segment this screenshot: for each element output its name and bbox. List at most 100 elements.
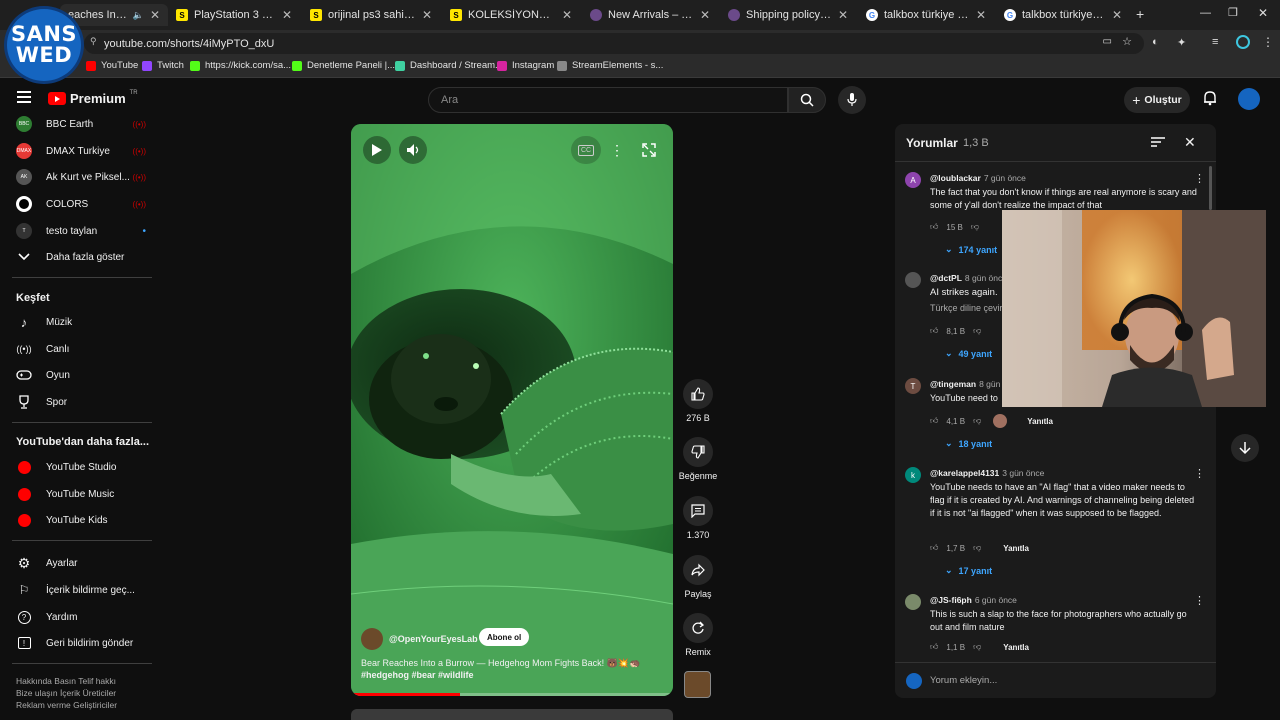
sidebar-channel-ak-kurt[interactable]: AK Ak Kurt ve Piksel... ((•)) bbox=[16, 169, 146, 185]
view-replies-button[interactable]: ⌄ 49 yanıt bbox=[945, 348, 992, 359]
sidebar-channel-colors[interactable]: COLORS ((•)) bbox=[16, 196, 146, 212]
more-vertical-icon[interactable]: ⋮ bbox=[1194, 594, 1205, 607]
sidebar-item-youtube-kids[interactable]: YouTube Kids bbox=[16, 512, 146, 528]
sidebar-show-more[interactable]: Daha fazla göster bbox=[16, 249, 146, 265]
footer-links[interactable]: Bize ulaşın İçerik Üreticiler bbox=[16, 688, 116, 698]
search-button[interactable] bbox=[788, 87, 826, 113]
bookmark-instagram[interactable]: Instagram bbox=[497, 60, 554, 71]
sound-thumbnail[interactable] bbox=[684, 671, 711, 698]
close-tab-icon[interactable]: ✕ bbox=[422, 8, 432, 22]
minimize-icon[interactable]: — bbox=[1200, 7, 1211, 19]
channel-avatar[interactable] bbox=[361, 628, 383, 650]
commenter-name[interactable]: @loublackar 7 gün önce bbox=[930, 173, 1026, 183]
commenter-name[interactable]: @dctPL 8 gün önce bbox=[930, 273, 1007, 283]
channel-name[interactable]: @OpenYourEyesLab bbox=[389, 634, 478, 644]
footer-links[interactable]: Reklam verme Geliştiriciler bbox=[16, 700, 117, 710]
more-vertical-icon[interactable]: ⋮ bbox=[1194, 467, 1205, 480]
bookmark-denetleme[interactable]: Denetleme Paneli |... bbox=[292, 60, 395, 71]
thumbs-down-icon[interactable]: 👎︎ bbox=[973, 642, 981, 652]
sidebar-item-feedback[interactable]: ! Geri bildirim gönder bbox=[16, 635, 146, 651]
sidebar-item-gaming[interactable]: Oyun bbox=[16, 367, 146, 383]
bookmark-star-icon[interactable]: ☆ bbox=[1122, 35, 1132, 48]
site-info-icon[interactable]: ⚲ bbox=[90, 36, 97, 47]
sidebar-item-settings[interactable]: ⚙ Ayarlar bbox=[16, 555, 146, 571]
reply-button[interactable]: Yanıtla bbox=[1027, 417, 1053, 426]
commenter-name[interactable]: @JS-fi6ph 6 gün önce bbox=[930, 595, 1017, 605]
sidebar-item-youtube-studio[interactable]: YouTube Studio bbox=[16, 459, 146, 475]
next-short-preview[interactable] bbox=[351, 709, 673, 720]
dislike-button[interactable]: Beğenme bbox=[676, 437, 720, 481]
more-vertical-icon[interactable]: ⋮ bbox=[1194, 172, 1205, 185]
subscribe-button[interactable]: Abone ol bbox=[479, 628, 530, 646]
sidebar-item-report-history[interactable]: ⚐ İçerik bildirme geç... bbox=[16, 582, 146, 598]
reply-button[interactable]: Yanıtla bbox=[1003, 544, 1029, 553]
fullscreen-button[interactable] bbox=[635, 136, 663, 164]
new-tab-icon[interactable]: + bbox=[1136, 6, 1144, 22]
like-button[interactable]: 276 B bbox=[676, 379, 720, 423]
bookmark-kick[interactable]: https://kick.com/sa... bbox=[190, 60, 291, 71]
bookmark-youtube[interactable]: YouTube bbox=[86, 60, 138, 71]
close-tab-icon[interactable]: ✕ bbox=[838, 8, 848, 22]
more-options-button[interactable]: ⋮ bbox=[603, 136, 631, 164]
comment-input[interactable]: Yorum ekleyin... bbox=[930, 675, 1200, 686]
thumbs-down-icon[interactable]: 👎︎ bbox=[973, 326, 981, 336]
volume-button[interactable] bbox=[399, 136, 427, 164]
scroll-down-button[interactable] bbox=[1231, 434, 1259, 462]
sidebar-channel-bbc-earth[interactable]: BBC BBC Earth ((•)) bbox=[16, 116, 146, 132]
thumbs-down-icon[interactable]: 👎︎ bbox=[973, 543, 981, 553]
commenter-avatar[interactable] bbox=[905, 272, 921, 288]
notifications-bell-icon[interactable] bbox=[1202, 90, 1218, 109]
video-progress-bar[interactable] bbox=[351, 693, 673, 696]
close-tab-icon[interactable]: ✕ bbox=[562, 8, 572, 22]
create-button[interactable]: + Oluştur bbox=[1124, 87, 1190, 113]
thumbs-up-icon[interactable]: 👍︎ bbox=[930, 543, 938, 553]
browser-tab[interactable]: Shipping policy – TraxNYC ✕ bbox=[720, 4, 856, 26]
scrollbar[interactable] bbox=[1209, 166, 1212, 210]
search-input[interactable]: Ara bbox=[428, 87, 788, 113]
thumbs-up-icon[interactable]: 👍︎ bbox=[930, 222, 938, 232]
thumbs-up-icon[interactable]: 👍︎ bbox=[930, 416, 938, 426]
browser-tab[interactable]: G talkbox türkiye satın al - G ✕ bbox=[858, 4, 994, 26]
sidebar-item-live[interactable]: ((•)) Canlı bbox=[16, 341, 146, 357]
cast-icon[interactable]: ▭ bbox=[1103, 36, 1112, 47]
extensions-icon[interactable]: ✦ bbox=[1177, 36, 1186, 49]
sidebar-item-sports[interactable]: Spor bbox=[16, 394, 146, 410]
view-replies-button[interactable]: ⌄ 17 yanıt bbox=[945, 565, 992, 576]
close-tab-icon[interactable]: ✕ bbox=[150, 8, 160, 22]
hamburger-menu-icon[interactable] bbox=[17, 91, 31, 103]
bookmark-twitch[interactable]: Twitch bbox=[142, 60, 184, 71]
close-window-icon[interactable]: ✕ bbox=[1258, 6, 1268, 20]
browser-tab[interactable]: S KOLEKSİYONCUYA ÖZEL ✕ bbox=[442, 4, 580, 26]
bookmark-dashboard[interactable]: Dashboard / Stream... bbox=[395, 60, 503, 71]
remix-button[interactable]: Remix bbox=[676, 613, 720, 657]
close-icon[interactable]: ✕ bbox=[1184, 134, 1196, 151]
reply-button[interactable]: Yanıtla bbox=[1003, 643, 1029, 652]
browser-menu-icon[interactable]: ⋮ bbox=[1262, 35, 1274, 49]
thumbs-down-icon[interactable]: 👎︎ bbox=[971, 222, 979, 232]
comments-button[interactable]: 1.370 bbox=[676, 496, 720, 540]
view-replies-button[interactable]: ⌄ 18 yanıt bbox=[945, 438, 992, 449]
video-hashtags[interactable]: #hedgehog #bear #wildlife bbox=[361, 670, 661, 680]
sidebar-channel-testo-taylan[interactable]: T testo taylan • bbox=[16, 223, 146, 239]
close-tab-icon[interactable]: ✕ bbox=[1112, 8, 1122, 22]
browser-tab[interactable]: S PlayStation 3 Modelleri & ✕ bbox=[168, 4, 300, 26]
commenter-avatar[interactable]: T bbox=[905, 378, 921, 394]
play-button[interactable] bbox=[363, 136, 391, 164]
close-tab-icon[interactable]: ✕ bbox=[282, 8, 292, 22]
voice-search-button[interactable] bbox=[838, 86, 866, 114]
sidebar-channel-dmax[interactable]: DMAX DMAX Turkiye ((•)) bbox=[16, 143, 146, 159]
footer-links[interactable]: Hakkında Basın Telif hakkı bbox=[16, 676, 116, 686]
sidebar-item-help[interactable]: ? Yardım bbox=[16, 609, 146, 625]
incognito-icon[interactable]: ◐ bbox=[1152, 36, 1159, 48]
commenter-avatar[interactable] bbox=[905, 594, 921, 610]
close-tab-icon[interactable]: ✕ bbox=[700, 8, 710, 22]
profile-avatar[interactable] bbox=[1236, 35, 1250, 49]
url-bar[interactable]: ⚲ youtube.com/shorts/4iMyPTO_dxU ▭ ☆ bbox=[84, 33, 1144, 54]
view-replies-button[interactable]: ⌄ 174 yanıt bbox=[945, 244, 997, 255]
account-avatar[interactable] bbox=[1238, 88, 1260, 110]
thumbs-down-icon[interactable]: 👎︎ bbox=[973, 416, 981, 426]
sort-icon[interactable] bbox=[1151, 136, 1165, 151]
youtube-premium-logo[interactable]: Premium TR bbox=[48, 90, 138, 106]
share-button[interactable]: Paylaş bbox=[676, 555, 720, 599]
browser-tab[interactable]: G talkbox türkiye satın al - G ✕ bbox=[996, 4, 1130, 26]
